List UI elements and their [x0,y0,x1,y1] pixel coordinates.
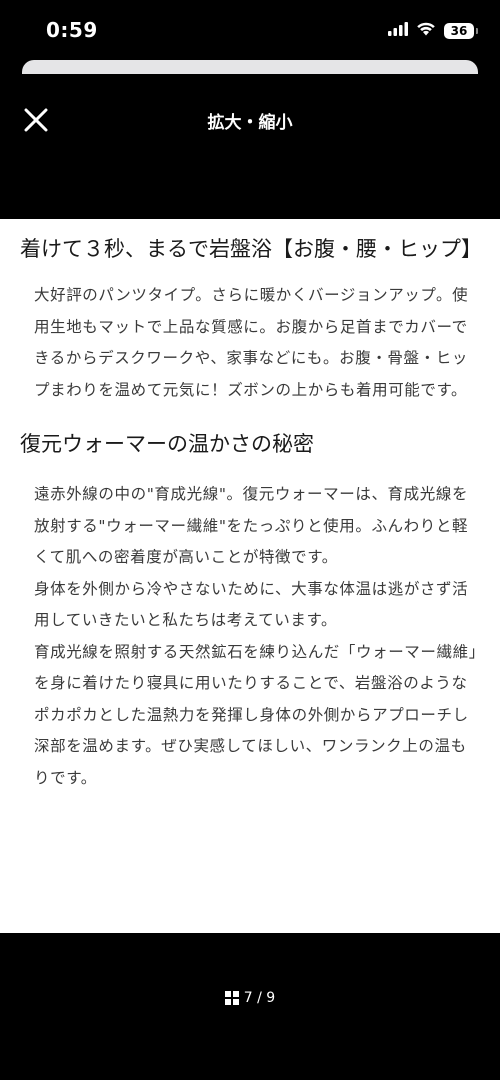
grid-icon [224,991,239,1005]
heading-secret: 復元ウォーマーの温かさの秘密 [20,432,314,456]
pager-label: 7 / 9 [243,990,276,1006]
status-time: 0:59 [46,18,98,42]
image-viewer-screen: 0:59 36 拡大・縮小 着けて３秒、まるで岩盤浴【お腹・腰・ヒップ】 大好評… [0,0,500,1080]
viewer-title: 拡大・縮小 [207,113,293,133]
wifi-icon [416,21,436,40]
image-pager[interactable]: 7 / 9 [0,990,500,1006]
paragraph-description: 大好評のパンツタイプ。さらに暖かくバージョンアップ。使用生地もマットで上品な質感… [34,286,469,399]
product-image[interactable]: 着けて３秒、まるで岩盤浴【お腹・腰・ヒップ】 大好評のパンツタイプ。さらに暖かく… [0,219,500,933]
paragraph-light: 遠赤外線の中の"育成光線"。復元ウォーマーは、育成光線を放射する"ウォーマー繊維… [34,485,469,566]
status-bar: 0:59 36 [0,0,500,60]
battery-icon: 36 [444,22,478,39]
viewer-header: 拡大・縮小 [0,76,500,166]
heading-product: 着けて３秒、まるで岩盤浴【お腹・腰・ヒップ】 [20,237,482,261]
paragraph-mineral: 育成光線を照射する天然鉱石を練り込んだ「ウォーマー繊維」を身に着けたり寝具に用い… [34,642,478,787]
paragraph-body-heat: 身体を外側から冷やさないために、大事な体温は逃がさず活用していきたいと私たちは考… [34,579,469,630]
status-icons: 36 [388,21,478,40]
sheet-edge [22,60,478,74]
signal-icon [388,21,408,40]
